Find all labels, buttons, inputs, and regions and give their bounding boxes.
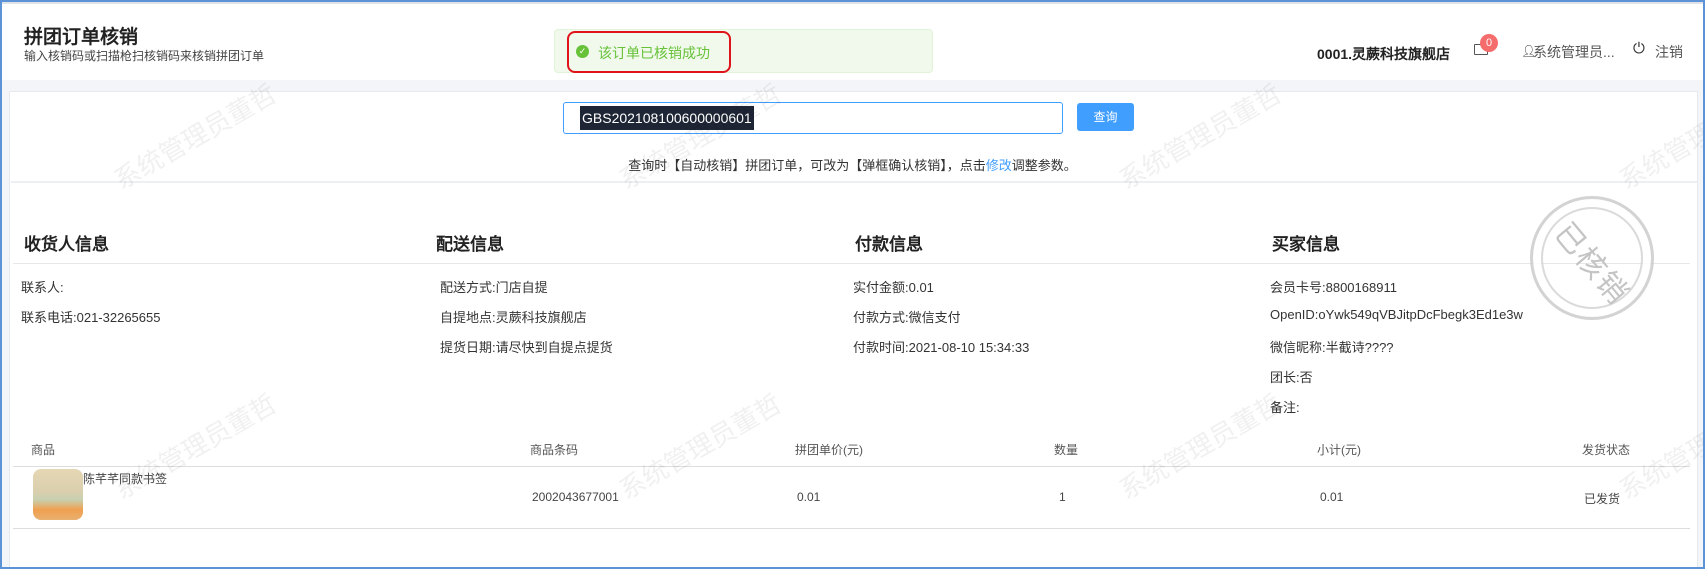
hint-suffix: 调整参数。 [1011,158,1077,173]
product-name: 陈芊芊同款书签 [83,472,168,486]
query-button[interactable]: 查询 [1077,103,1134,131]
open-id: OpenID:oYwk549qVBJitpDcFbegk3Ed1e3w [1270,307,1523,322]
search-hint: 查询时【自动核销】拼团订单，可改为【弹框确认核销】，点击修改调整参数。 [0,155,1705,174]
divider [11,181,1697,183]
receiver-title: 收货人信息 [24,235,109,254]
product-image[interactable] [33,469,83,520]
toast-message: 该订单已核销成功 [598,45,710,61]
member-card: 会员卡号:8800168911 [1270,280,1397,295]
col-barcode: 商品条码 [530,443,579,457]
user-menu[interactable]: 系统管理员... [1533,42,1615,62]
remark: 备注: [1270,400,1300,415]
col-product: 商品 [31,443,56,457]
payment-time: 付款时间:2021-08-10 15:34:33 [853,340,1030,355]
success-check-icon: ✓ [576,45,589,58]
delivery-method: 配送方式:门店自提 [440,280,548,295]
pickup-date: 提货日期:请尽快到自提点提货 [440,340,613,355]
paid-amount: 实付金额:0.01 [853,280,934,295]
page-subtitle: 输入核销码或扫描枪扫核销码来核销拼团订单 [24,49,265,63]
logout-link[interactable]: 注销 [1655,42,1683,62]
product-subtotal: 0.01 [1320,490,1344,504]
product-qty: 1 [1059,490,1066,504]
power-icon[interactable]: ⏻ [1633,40,1645,57]
group-leader: 团长:否 [1270,370,1313,385]
col-status: 发货状态 [1582,443,1631,457]
col-qty: 数量 [1054,443,1079,457]
product-price: 0.01 [797,490,821,504]
table-bottom-line [13,528,1690,529]
page-title: 拼团订单核销 [24,27,139,48]
store-name[interactable]: 0001.灵蕨科技旗舰店 [1317,44,1450,64]
table-header-line [13,466,1690,467]
modify-link[interactable]: 修改 [986,158,1012,173]
product-barcode: 2002043677001 [532,490,619,504]
section-divider [13,263,1690,264]
col-subtotal: 小计(元) [1317,443,1361,457]
delivery-title: 配送信息 [436,235,504,254]
col-price: 拼团单价(元) [795,443,863,457]
payment-method: 付款方式:微信支付 [853,310,961,325]
receiver-contact: 联系人: [21,280,64,295]
message-count-badge: 0 [1480,34,1498,52]
pickup-location: 自提地点:灵蕨科技旗舰店 [440,310,587,325]
buyer-title: 买家信息 [1272,235,1340,254]
shipping-status: 已发货 [1584,492,1621,506]
order-code-value[interactable]: GBS202108100600000601 [580,106,754,130]
hint-prefix: 查询时【自动核销】拼团订单，可改为【弹框确认核销】，点击 [628,158,986,173]
payment-title: 付款信息 [855,235,923,254]
wechat-nickname: 微信昵称:半截诗???? [1270,340,1394,355]
receiver-phone: 联系电话:021-32265655 [21,310,161,325]
